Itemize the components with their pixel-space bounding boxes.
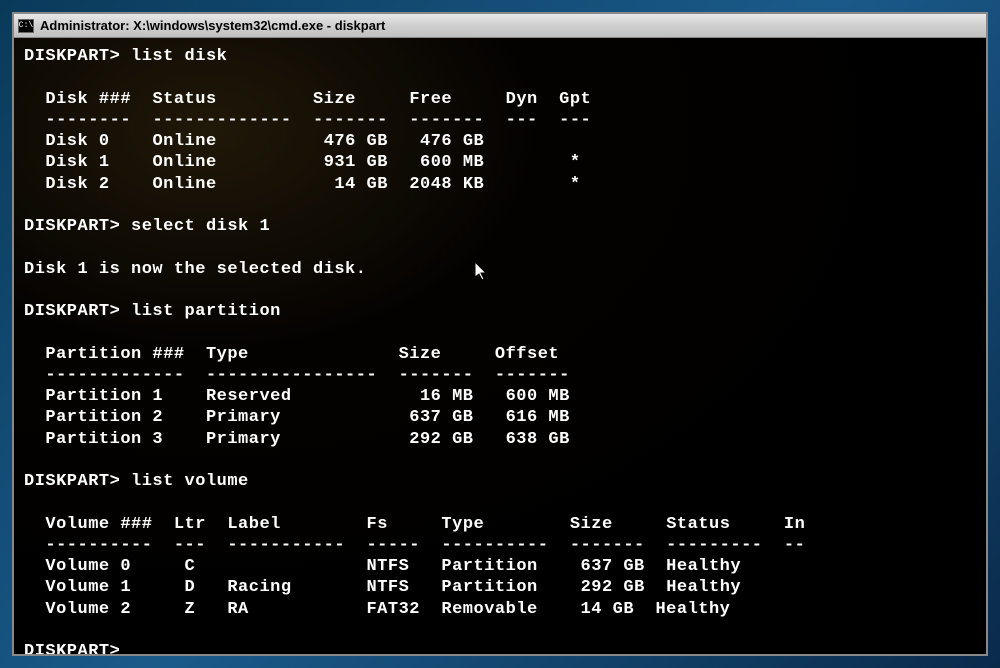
- vol-sep: -----------: [227, 536, 345, 555]
- vol-sep: -----: [366, 536, 420, 555]
- vol-row-size: 14 GB: [570, 600, 634, 619]
- part-row-size: 637 GB: [409, 408, 473, 427]
- vol-row-label: Racing: [227, 578, 291, 597]
- titlebar[interactable]: C:\ Administrator: X:\windows\system32\c…: [14, 14, 986, 38]
- vol-sep: --: [784, 536, 805, 555]
- vol-row-status: Healthy: [666, 578, 741, 597]
- disk-sep: --------: [45, 111, 131, 130]
- disk-row-size: 931 GB: [324, 153, 388, 172]
- part-row-name: Partition 2: [45, 408, 163, 427]
- part-row-size: 292 GB: [409, 430, 473, 449]
- disk-sep: ---: [506, 111, 538, 130]
- disk-hdr-disk: Disk ###: [45, 90, 131, 109]
- vol-hdr-vol: Volume ###: [45, 515, 152, 534]
- disk-sep: -------: [409, 111, 484, 130]
- vol-row-ltr: Z: [185, 600, 196, 619]
- vol-hdr-label: Label: [227, 515, 281, 534]
- vol-sep: ---------: [666, 536, 762, 555]
- part-hdr-type: Type: [206, 345, 249, 364]
- vol-row-label: RA: [227, 600, 248, 619]
- disk-hdr-size: Size: [313, 90, 356, 109]
- terminal-output[interactable]: DISKPART> list disk Disk ### Status Size…: [14, 38, 986, 654]
- part-hdr-size: Size: [399, 345, 442, 364]
- vol-hdr-fs: Fs: [367, 515, 388, 534]
- command-list-disk: list disk: [131, 47, 227, 66]
- disk-row-gpt: *: [570, 175, 581, 194]
- vol-hdr-status: Status: [666, 515, 730, 534]
- vol-row-type: Partition: [441, 578, 537, 597]
- disk-hdr-dyn: Dyn: [506, 90, 538, 109]
- disk-row-gpt: *: [570, 153, 581, 172]
- part-row-offset: 638 GB: [506, 430, 570, 449]
- vol-sep: ----------: [45, 536, 152, 555]
- part-hdr-offset: Offset: [495, 345, 559, 364]
- part-row-offset: 600 MB: [506, 387, 570, 406]
- part-row-type: Primary: [206, 408, 281, 427]
- disk-row-status: Online: [152, 132, 216, 151]
- vol-row-fs: FAT32: [366, 600, 420, 619]
- window-title: Administrator: X:\windows\system32\cmd.e…: [40, 18, 385, 33]
- disk-row-name: Disk 2: [45, 175, 109, 194]
- disk-sep: ---: [559, 111, 591, 130]
- part-sep: ----------------: [206, 366, 377, 385]
- disk-row-status: Online: [152, 175, 216, 194]
- disk-hdr-gpt: Gpt: [559, 90, 591, 109]
- disk-row-size: 14 GB: [324, 175, 388, 194]
- part-hdr-part: Partition ###: [45, 345, 184, 364]
- part-row-name: Partition 3: [45, 430, 163, 449]
- command-list-volume: list volume: [131, 472, 249, 491]
- prompt: DISKPART>: [24, 642, 120, 654]
- disk-hdr-status: Status: [152, 90, 216, 109]
- vol-hdr-info: In: [784, 515, 805, 534]
- prompt: DISKPART>: [24, 47, 120, 66]
- vol-sep: ---: [174, 536, 206, 555]
- prompt: DISKPART>: [24, 217, 120, 236]
- vol-hdr-type: Type: [441, 515, 484, 534]
- disk-sep: -------: [313, 111, 388, 130]
- message-selected: Disk 1 is now the selected disk.: [24, 260, 366, 279]
- vol-row-fs: NTFS: [367, 578, 410, 597]
- vol-row-name: Volume 1: [45, 578, 131, 597]
- command-select-disk: select disk 1: [131, 217, 270, 236]
- prompt: DISKPART>: [24, 472, 120, 491]
- vol-row-size: 292 GB: [581, 578, 645, 597]
- command-list-partition: list partition: [131, 302, 281, 321]
- vol-row-size: 637 GB: [581, 557, 645, 576]
- vol-sep: -------: [570, 536, 645, 555]
- disk-hdr-free: Free: [409, 90, 452, 109]
- vol-hdr-ltr: Ltr: [174, 515, 206, 534]
- disk-row-free: 476 GB: [420, 132, 484, 151]
- part-sep: -------------: [45, 366, 184, 385]
- prompt: DISKPART>: [24, 302, 120, 321]
- vol-row-name: Volume 2: [45, 600, 131, 619]
- vol-row-type: Partition: [441, 557, 537, 576]
- part-row-type: Primary: [206, 430, 281, 449]
- vol-row-ltr: D: [185, 578, 196, 597]
- cmd-window: C:\ Administrator: X:\windows\system32\c…: [12, 12, 988, 656]
- part-row-size: 16 MB: [409, 387, 473, 406]
- vol-sep: ----------: [441, 536, 548, 555]
- vol-row-fs: NTFS: [366, 557, 409, 576]
- vol-row-ltr: C: [185, 557, 196, 576]
- vol-row-type: Removable: [441, 600, 537, 619]
- disk-row-free: 2048 KB: [409, 175, 484, 194]
- part-sep: -------: [495, 366, 570, 385]
- part-row-name: Partition 1: [45, 387, 163, 406]
- disk-row-free: 600 MB: [420, 153, 484, 172]
- disk-row-name: Disk 0: [45, 132, 109, 151]
- vol-hdr-size: Size: [570, 515, 613, 534]
- vol-row-status: Healthy: [666, 557, 741, 576]
- part-row-type: Reserved: [206, 387, 292, 406]
- cmd-icon: C:\: [18, 19, 34, 33]
- disk-sep: -------------: [152, 111, 291, 130]
- disk-row-size: 476 GB: [324, 132, 388, 151]
- part-row-offset: 616 MB: [506, 408, 570, 427]
- disk-row-status: Online: [152, 153, 216, 172]
- vol-row-status: Healthy: [655, 600, 730, 619]
- vol-row-name: Volume 0: [45, 557, 131, 576]
- part-sep: -------: [399, 366, 474, 385]
- disk-row-name: Disk 1: [45, 153, 109, 172]
